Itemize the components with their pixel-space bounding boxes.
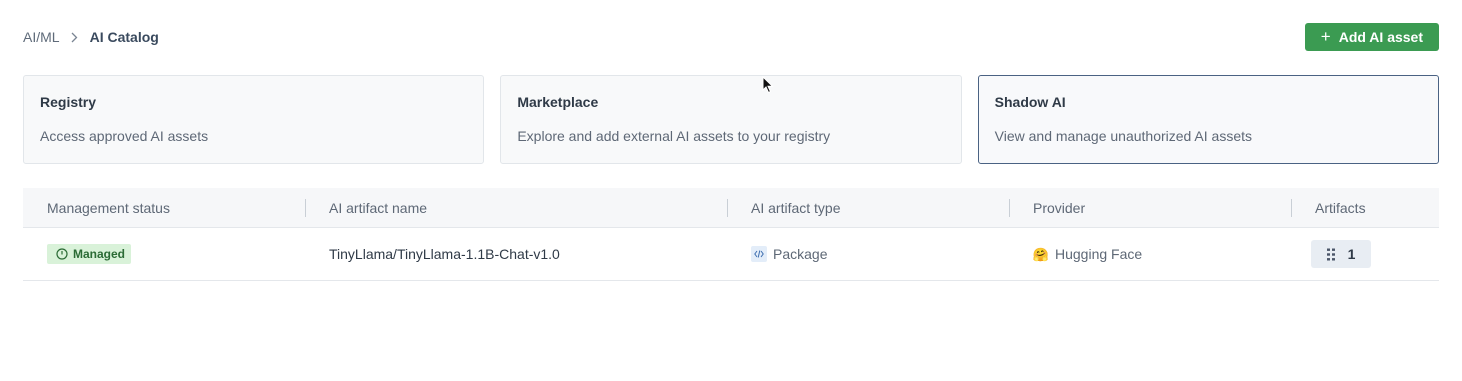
column-resize-handle[interactable] bbox=[727, 199, 728, 217]
provider-name: Hugging Face bbox=[1055, 246, 1143, 262]
status-label: Managed bbox=[73, 247, 126, 261]
column-header-artifact-name[interactable]: AI artifact name bbox=[305, 188, 727, 227]
artifact-type: Package bbox=[773, 246, 828, 262]
assets-table: Management status AI artifact name AI ar… bbox=[23, 188, 1439, 281]
card-description: Explore and add external AI assets to yo… bbox=[517, 128, 831, 144]
card-description: Access approved AI assets bbox=[40, 128, 209, 144]
breadcrumb-parent[interactable]: AI/ML bbox=[23, 29, 60, 45]
column-header-label: AI artifact name bbox=[329, 199, 428, 216]
column-header-provider[interactable]: Provider bbox=[1009, 188, 1291, 227]
add-ai-asset-label: Add AI asset bbox=[1338, 29, 1423, 45]
column-header-label: Management status bbox=[47, 199, 170, 216]
cell-artifact-name: TinyLlama/TinyLlama-1.1B-Chat-v1.0 bbox=[305, 246, 727, 262]
clock-icon bbox=[56, 248, 68, 260]
artifact-name[interactable]: TinyLlama/TinyLlama-1.1B-Chat-v1.0 bbox=[329, 246, 560, 262]
page-header: AI/ML AI Catalog + Add AI asset bbox=[23, 23, 1439, 51]
card-registry[interactable]: Registry Access approved AI assets bbox=[23, 75, 485, 164]
column-header-label: Artifacts bbox=[1315, 199, 1366, 216]
column-header-artifacts[interactable]: Artifacts bbox=[1291, 188, 1439, 227]
cell-management-status: Managed bbox=[23, 244, 305, 264]
column-header-label: AI artifact type bbox=[751, 199, 841, 216]
column-header-management-status[interactable]: Management status bbox=[23, 188, 305, 227]
cell-provider: 🤗 Hugging Face bbox=[1009, 246, 1291, 262]
breadcrumb-current: AI Catalog bbox=[89, 29, 159, 45]
list-icon bbox=[1326, 248, 1338, 261]
hugging-face-icon: 🤗 bbox=[1032, 246, 1050, 262]
column-header-label: Provider bbox=[1033, 199, 1086, 216]
column-header-artifact-type[interactable]: AI artifact type bbox=[727, 188, 1009, 227]
column-resize-handle[interactable] bbox=[1009, 199, 1010, 217]
artifacts-count: 1 bbox=[1347, 246, 1356, 262]
card-marketplace[interactable]: Marketplace Explore and add external AI … bbox=[500, 75, 962, 164]
cell-artifact-type: Package bbox=[727, 246, 1009, 262]
artifacts-count-button[interactable]: 1 bbox=[1311, 240, 1371, 268]
code-icon bbox=[751, 246, 767, 262]
card-title: Registry bbox=[40, 94, 97, 110]
table-row[interactable]: Managed TinyLlama/TinyLlama-1.1B-Chat-v1… bbox=[23, 228, 1439, 281]
column-resize-handle[interactable] bbox=[1291, 199, 1292, 217]
chevron-right-icon bbox=[71, 32, 78, 43]
breadcrumb: AI/ML AI Catalog bbox=[23, 29, 159, 45]
column-resize-handle[interactable] bbox=[305, 199, 306, 217]
catalog-cards: Registry Access approved AI assets Marke… bbox=[23, 75, 1439, 164]
table-header: Management status AI artifact name AI ar… bbox=[23, 188, 1439, 228]
card-description: View and manage unauthorized AI assets bbox=[994, 128, 1253, 144]
add-ai-asset-button[interactable]: + Add AI asset bbox=[1304, 23, 1439, 51]
plus-icon: + bbox=[1320, 27, 1331, 46]
mouse-cursor-icon bbox=[762, 75, 774, 99]
card-title: Marketplace bbox=[517, 94, 599, 110]
card-title: Shadow AI bbox=[994, 94, 1066, 110]
card-shadow-ai[interactable]: Shadow AI View and manage unauthorized A… bbox=[977, 75, 1439, 164]
status-badge: Managed bbox=[47, 244, 132, 264]
cell-artifacts: 1 bbox=[1291, 240, 1439, 268]
